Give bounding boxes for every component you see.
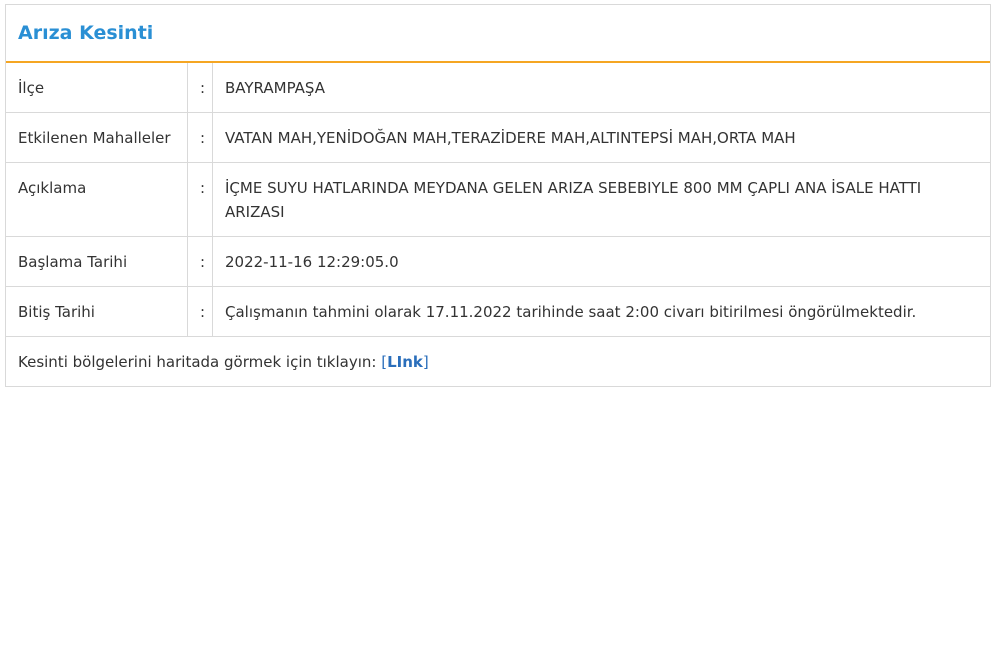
outage-panel: Arıza Kesinti İlçe : BAYRAMPAŞA Etkilene…: [5, 4, 991, 387]
row-value: VATAN MAH,YENİDOĞAN MAH,TERAZİDERE MAH,A…: [212, 112, 990, 163]
map-link[interactable]: LInk: [387, 353, 423, 371]
table-row-end-date: Bitiş Tarihi : Çalışmanın tahmini olarak…: [6, 286, 990, 337]
table-row-start-date: Başlama Tarihi : 2022-11-16 12:29:05.0: [6, 236, 990, 287]
row-separator: :: [187, 286, 213, 337]
map-link-row: Kesinti bölgelerini haritada görmek için…: [6, 337, 990, 386]
outage-details-table: İlçe : BAYRAMPAŞA Etkilenen Mahalleler :…: [6, 63, 990, 337]
table-row-affected-neighborhoods: Etkilenen Mahalleler : VATAN MAH,YENİDOĞ…: [6, 112, 990, 163]
row-separator: :: [187, 112, 213, 163]
row-value: 2022-11-16 12:29:05.0: [212, 236, 990, 287]
row-value: BAYRAMPAŞA: [212, 63, 990, 113]
link-bracket-close: ]: [422, 353, 429, 371]
row-label: Etkilenen Mahalleler: [6, 112, 188, 163]
table-row-description: Açıklama : İÇME SUYU HATLARINDA MEYDANA …: [6, 162, 990, 237]
panel-title: Arıza Kesinti: [18, 22, 154, 44]
row-separator: :: [187, 236, 213, 287]
panel-header: Arıza Kesinti: [6, 5, 990, 63]
row-label: Bitiş Tarihi: [6, 286, 188, 337]
table-row-district: İlçe : BAYRAMPAŞA: [6, 63, 990, 113]
row-separator: :: [187, 162, 213, 237]
row-label: İlçe: [6, 63, 188, 113]
row-label: Başlama Tarihi: [6, 236, 188, 287]
row-value: Çalışmanın tahmini olarak 17.11.2022 tar…: [212, 286, 990, 337]
map-link-text: Kesinti bölgelerini haritada görmek için…: [18, 353, 382, 371]
row-value: İÇME SUYU HATLARINDA MEYDANA GELEN ARIZA…: [212, 162, 990, 237]
row-separator: :: [187, 63, 213, 113]
row-label: Açıklama: [6, 162, 188, 237]
